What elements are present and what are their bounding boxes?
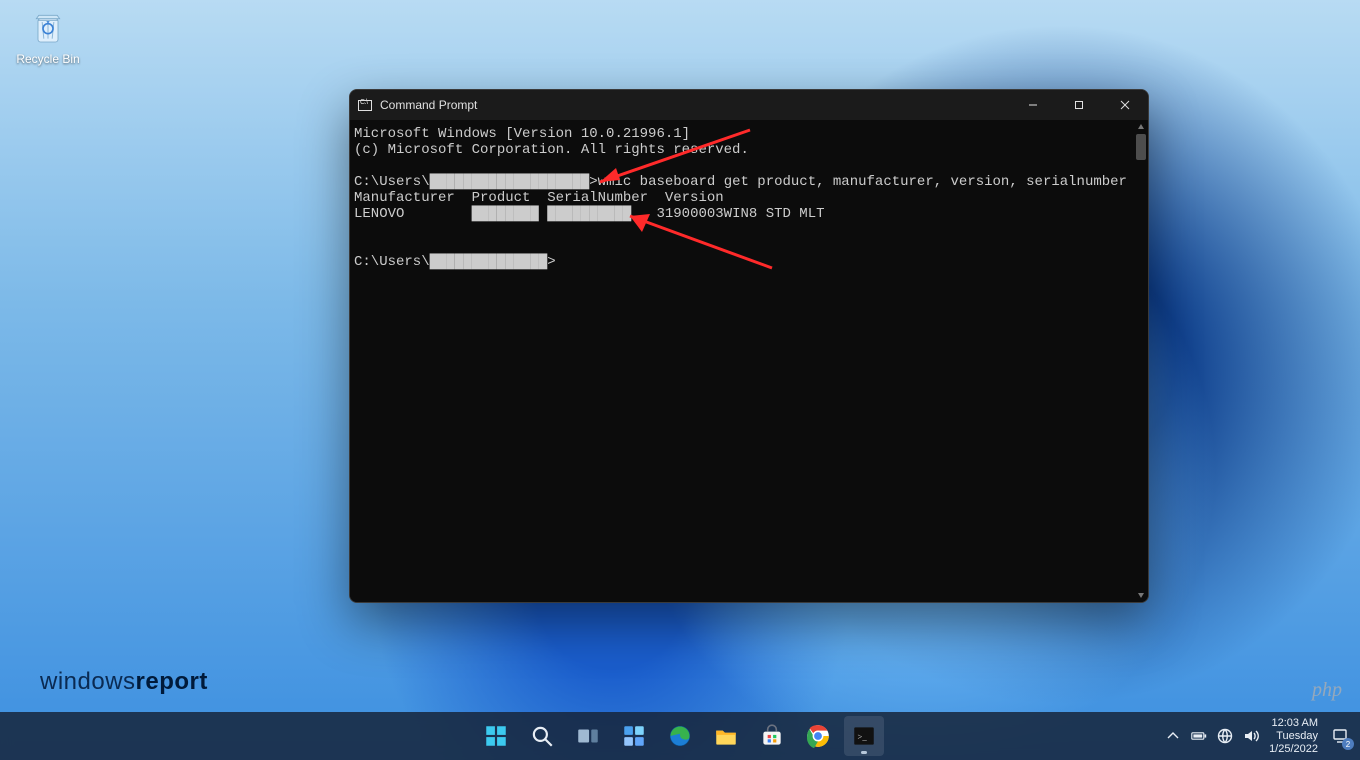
recycle-bin-label: Recycle Bin	[12, 52, 84, 66]
term-line: Manufacturer Product SerialNumber Versio…	[354, 190, 724, 206]
taskbar-start[interactable]	[476, 716, 516, 756]
term-line: C:\Users\███████████████████>wmic basebo…	[354, 174, 1127, 190]
php-watermark: php	[1312, 679, 1342, 702]
taskbar-chrome[interactable]	[798, 716, 838, 756]
windowsreport-watermark: windowsreport	[40, 668, 208, 696]
edge-icon	[667, 723, 693, 749]
window-title: Command Prompt	[380, 98, 477, 112]
command-prompt-window[interactable]: Command Prompt Microsoft Windows [Versio…	[349, 89, 1149, 603]
store-icon	[759, 723, 785, 749]
widgets-icon	[621, 723, 647, 749]
term-line: C:\Users\██████████████>	[354, 254, 556, 270]
scrollbar[interactable]	[1134, 120, 1148, 602]
recycle-bin-icon	[27, 6, 69, 48]
cmd-icon: >_	[851, 723, 877, 749]
volume-icon[interactable]	[1243, 728, 1259, 744]
taskbar-search[interactable]	[522, 716, 562, 756]
notification-badge: 2	[1342, 738, 1354, 750]
folder-icon	[713, 723, 739, 749]
chevron-up-icon[interactable]	[1165, 728, 1181, 744]
titlebar[interactable]: Command Prompt	[350, 90, 1148, 120]
redacted-product-serial: ████████ ██████████	[472, 206, 632, 222]
term-line: LENOVO ████████ ██████████ 31900003WIN8 …	[354, 206, 825, 222]
clock-date: 1/25/2022	[1269, 743, 1318, 756]
term-line: Microsoft Windows [Version 10.0.21996.1]	[354, 126, 690, 142]
scroll-down-icon[interactable]	[1134, 588, 1148, 602]
scroll-up-icon[interactable]	[1134, 120, 1148, 134]
maximize-button[interactable]	[1056, 90, 1102, 120]
taskbar-cmd[interactable]: >_	[844, 716, 884, 756]
search-icon	[529, 723, 555, 749]
start-icon	[483, 723, 509, 749]
redacted-user: ███████████████████	[430, 174, 590, 190]
battery-icon[interactable]	[1191, 728, 1207, 744]
taskbar-store[interactable]	[752, 716, 792, 756]
chrome-icon	[805, 723, 831, 749]
system-tray[interactable]	[1165, 728, 1259, 744]
clock-day: Tuesday	[1269, 730, 1318, 743]
svg-text:>_: >_	[858, 731, 868, 741]
redacted-user: ██████████████	[430, 254, 548, 270]
minimize-button[interactable]	[1010, 90, 1056, 120]
taskbar-taskview[interactable]	[568, 716, 608, 756]
scroll-thumb[interactable]	[1136, 134, 1146, 160]
taskbar-widgets[interactable]	[614, 716, 654, 756]
close-button[interactable]	[1102, 90, 1148, 120]
clock-time: 12:03 AM	[1269, 717, 1318, 730]
taskbar-clock[interactable]: 12:03 AM Tuesday 1/25/2022	[1269, 717, 1318, 756]
recycle-bin[interactable]: Recycle Bin	[12, 6, 84, 66]
cmd-icon	[358, 100, 372, 111]
taskbar: >_ 12:03 AM Tuesday 1/25/2022 2	[0, 712, 1360, 760]
notifications-button[interactable]: 2	[1328, 724, 1352, 748]
taskbar-center: >_	[476, 716, 884, 756]
terminal-area[interactable]: Microsoft Windows [Version 10.0.21996.1]…	[350, 120, 1148, 602]
term-line: (c) Microsoft Corporation. All rights re…	[354, 142, 749, 158]
network-icon[interactable]	[1217, 728, 1233, 744]
taskbar-right: 12:03 AM Tuesday 1/25/2022 2	[1165, 717, 1352, 756]
taskbar-explorer[interactable]	[706, 716, 746, 756]
taskview-icon	[575, 723, 601, 749]
taskbar-edge[interactable]	[660, 716, 700, 756]
